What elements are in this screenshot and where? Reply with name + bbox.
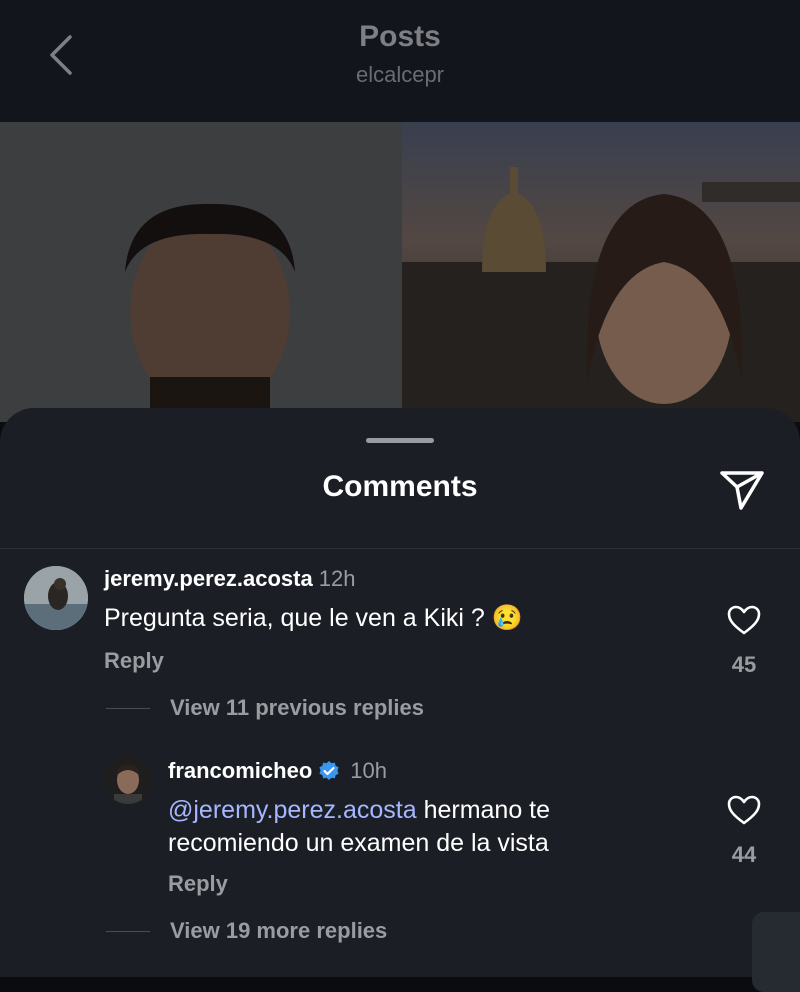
share-icon — [720, 471, 764, 510]
comment-username[interactable]: jeremy.perez.acosta — [104, 566, 313, 591]
sheet-grabber-handle[interactable] — [366, 438, 434, 443]
view-replies-label: View 11 previous replies — [170, 695, 424, 720]
sheet-divider — [0, 548, 800, 549]
like-button[interactable] — [724, 600, 764, 640]
verified-badge-icon — [319, 761, 339, 780]
heart-icon — [727, 605, 761, 635]
like-count: 44 — [731, 842, 757, 867]
comment-text: @jeremy.perez.acosta hermano te recomien… — [168, 794, 688, 860]
like-count: 45 — [731, 652, 757, 677]
partial-overlay-card — [752, 912, 800, 992]
view-more-replies[interactable]: View 19 more replies — [106, 918, 387, 944]
like-button[interactable] — [724, 790, 764, 830]
avatar[interactable] — [24, 566, 88, 630]
thread-line — [106, 930, 150, 932]
post-photo-left — [0, 122, 402, 422]
comment-username[interactable]: francomicheo — [168, 758, 312, 784]
post-photo-right — [402, 122, 800, 422]
comment-body: Pregunta seria, que le ven a Kiki ? — [104, 604, 485, 632]
avatar[interactable] — [104, 756, 152, 804]
comments-title: Comments — [322, 470, 478, 503]
comment-time: 10h — [350, 758, 387, 783]
page-subtitle: elcalcepr — [355, 62, 445, 87]
comment-header: francomicheo 10h — [168, 758, 387, 784]
view-replies-label: View 19 more replies — [170, 918, 388, 943]
share-button[interactable] — [716, 464, 768, 516]
reply-button[interactable]: Reply — [168, 871, 228, 897]
heart-icon — [727, 795, 761, 825]
crying-emoji-icon: 😢 — [491, 604, 523, 632]
comment-body-line1: hermano te — [416, 796, 551, 824]
comment-body-line2: recomiendo un examen de la vista — [168, 829, 549, 857]
comment-time: 12h — [318, 566, 356, 591]
thread-line — [106, 707, 150, 709]
view-previous-replies[interactable]: View 11 previous replies — [106, 695, 424, 721]
reply-button[interactable]: Reply — [104, 648, 164, 674]
mention-link[interactable]: @jeremy.perez.acosta — [168, 796, 417, 824]
comment-text: Pregunta seria, que le ven a Kiki ? 😢 — [104, 602, 523, 635]
comments-sheet: Comments jeremy.perez.acosta 12h Pregunta… — [0, 408, 800, 977]
avatar-image — [24, 566, 88, 630]
post-images — [0, 122, 800, 422]
comment-header: jeremy.perez.acosta 12h — [104, 566, 355, 592]
avatar-image — [104, 756, 152, 804]
top-navigation-bar: Posts elcalcepr — [0, 0, 800, 122]
page-title: Posts — [359, 20, 441, 53]
